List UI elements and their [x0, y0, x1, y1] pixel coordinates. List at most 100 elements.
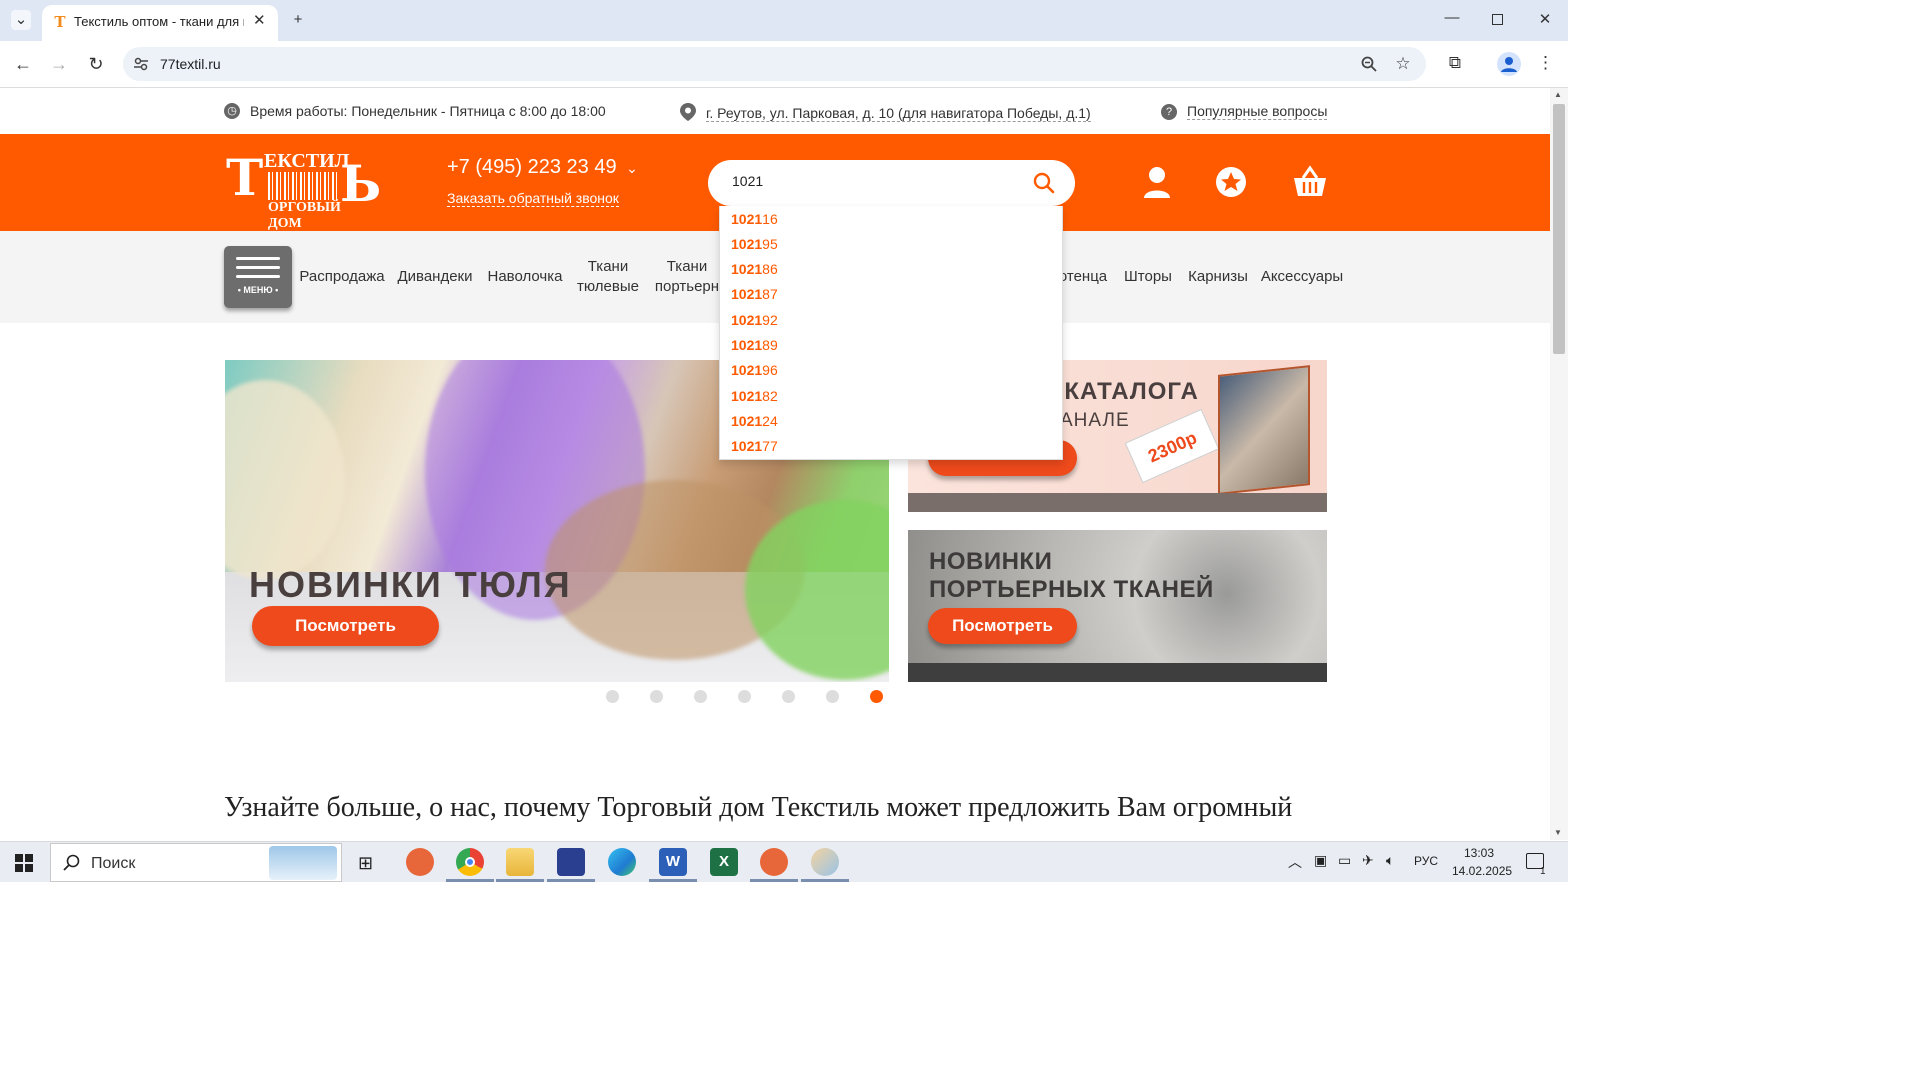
nav-item-curtains[interactable]: Шторы — [1120, 231, 1176, 323]
favorites-star-icon[interactable] — [1214, 164, 1248, 200]
nav-item-divandeki[interactable]: Дивандеки — [396, 231, 474, 323]
suggestion-item[interactable]: 102116 — [731, 211, 778, 227]
duckduckgo-second-app-icon[interactable] — [760, 848, 788, 876]
new-tab-icon[interactable]: + — [288, 10, 308, 30]
tray-device-icon[interactable]: ▣ — [1314, 852, 1327, 869]
suggestion-prefix: 1021 — [731, 312, 763, 328]
paint-active-indicator — [801, 879, 849, 882]
suggestion-item[interactable]: 102182 — [731, 388, 778, 404]
suggestion-item[interactable]: 102195 — [731, 236, 778, 252]
language-indicator[interactable]: РУС — [1414, 854, 1438, 868]
scrollbar-thumb[interactable] — [1553, 104, 1565, 354]
nav-item-towels[interactable]: отенца — [1058, 231, 1108, 323]
location-pin-icon — [680, 103, 696, 124]
callback-link[interactable]: Заказать обратный звонок — [447, 190, 619, 207]
main-banner-view-button[interactable]: Посмотреть — [252, 606, 439, 646]
address[interactable]: г. Реутов, ул. Парковая, д. 10 (для нави… — [680, 103, 1091, 124]
duckduckgo-app-icon[interactable] — [406, 848, 434, 876]
slider-dot-active[interactable] — [870, 690, 883, 703]
page-scrollbar[interactable]: ▲ ▼ — [1550, 88, 1568, 840]
account-icon[interactable] — [1140, 164, 1174, 200]
site-settings-icon[interactable] — [133, 56, 149, 72]
search-box[interactable] — [708, 160, 1075, 206]
browser-tab[interactable]: T Текстиль оптом - ткани для шт ✕ — [42, 5, 278, 41]
new-banner-view-button[interactable]: Посмотреть — [928, 608, 1077, 644]
slider-dot[interactable] — [826, 690, 839, 703]
back-icon[interactable]: ← — [12, 54, 34, 74]
catalog-banner-strip — [908, 493, 1327, 512]
faq[interactable]: ? Популярные вопросы — [1161, 103, 1328, 120]
suggestion-suffix: 24 — [762, 413, 778, 429]
menu-label: • МЕНЮ • — [237, 285, 279, 295]
suggestion-item[interactable]: 102189 — [731, 337, 778, 353]
address-link[interactable]: г. Реутов, ул. Парковая, д. 10 (для нави… — [706, 105, 1091, 122]
scroll-down-icon[interactable]: ▼ — [1554, 828, 1562, 837]
excel-app-icon[interactable]: X — [710, 848, 738, 876]
nav-item-accessories[interactable]: Аксессуары — [1261, 231, 1343, 323]
slider-dot[interactable] — [606, 690, 619, 703]
paint-app-icon[interactable] — [811, 848, 839, 876]
tray-chevron-up-icon[interactable]: ︿ — [1288, 852, 1302, 872]
scroll-up-icon[interactable]: ▲ — [1554, 90, 1562, 99]
profile-avatar-icon[interactable] — [1497, 52, 1521, 76]
save-app-icon[interactable] — [557, 848, 585, 876]
suggestion-item[interactable]: 102187 — [731, 286, 778, 302]
suggestion-item[interactable]: 102186 — [731, 261, 778, 277]
menu-line-icon — [236, 257, 280, 260]
battery-icon[interactable]: ▭ — [1338, 852, 1351, 869]
minimize-icon[interactable]: — — [1442, 8, 1462, 28]
task-view-icon[interactable]: ⊞ — [358, 853, 373, 874]
phone-chevron-down-icon[interactable]: ⌄ — [626, 160, 638, 176]
suggestion-suffix: 16 — [762, 211, 778, 227]
reload-icon[interactable]: ↻ — [85, 54, 107, 74]
window-close-icon[interactable]: ✕ — [1535, 10, 1555, 30]
windows-start-icon[interactable] — [15, 854, 33, 872]
clock-date[interactable]: 14.02.2025 — [1452, 864, 1512, 878]
search-icon[interactable] — [1032, 171, 1056, 195]
slider-dot[interactable] — [738, 690, 751, 703]
volume-muted-icon[interactable]: 🔈︎ — [1386, 852, 1394, 869]
zoom-icon[interactable] — [1361, 56, 1377, 72]
restore-icon[interactable] — [1492, 14, 1503, 25]
clock-time[interactable]: 13:03 — [1464, 846, 1494, 860]
nav-item-curtain-fabrics[interactable]: Ткани портьерн — [652, 231, 722, 323]
phone-text: +7 (495) 223 23 49 — [447, 156, 617, 178]
slider-dot[interactable] — [694, 690, 707, 703]
slider-dot[interactable] — [782, 690, 795, 703]
suggestion-suffix: 96 — [762, 362, 778, 378]
forward-icon[interactable]: → — [48, 54, 70, 74]
nav-item-tulle-fabrics[interactable]: Ткани тюлевые — [576, 231, 640, 323]
catalog-banner-subtitle: АНАЛЕ — [1060, 410, 1130, 431]
extensions-icon[interactable]: ⧉ — [1444, 53, 1466, 73]
slider-dot[interactable] — [650, 690, 663, 703]
catalog-price-tag: 2300р — [1124, 408, 1220, 484]
cart-basket-icon[interactable] — [1292, 164, 1328, 200]
phone-number[interactable]: +7 (495) 223 23 49 ⌄ — [447, 156, 638, 179]
tab-search-chevron-icon[interactable]: ⌄ — [11, 10, 31, 30]
chrome-app-icon[interactable] — [456, 848, 484, 876]
word-app-icon[interactable]: W — [659, 848, 687, 876]
nav-item-sale[interactable]: Распродажа — [299, 231, 384, 323]
browser-menu-icon[interactable]: ⋮ — [1537, 53, 1554, 73]
suggestion-item[interactable]: 102192 — [731, 312, 778, 328]
bookmark-star-icon[interactable]: ☆ — [1393, 54, 1413, 74]
nav-item-cornices[interactable]: Карнизы — [1186, 231, 1250, 323]
taskbar-search[interactable]: Поиск — [50, 843, 342, 882]
logo-bottom-text: ОРГОВЫЙ ДОМ — [268, 200, 341, 231]
site-logo[interactable]: Т ЕКСТИЛ Ь ОРГОВЫЙ ДОМ — [226, 148, 381, 232]
address-bar[interactable]: 77textil.ru ☆ — [123, 47, 1426, 81]
tab-close-icon[interactable]: ✕ — [253, 11, 266, 29]
suggestion-item[interactable]: 102124 — [731, 413, 778, 429]
search-input[interactable] — [730, 172, 1020, 190]
suggestion-item[interactable]: 102196 — [731, 362, 778, 378]
nav-item-pillowcase[interactable]: Наволочка — [486, 231, 564, 323]
menu-button[interactable]: • МЕНЮ • — [224, 246, 292, 308]
browser-tab-strip: ⌄ T Текстиль оптом - ткани для шт ✕ + — … — [0, 0, 1568, 41]
edge-app-icon[interactable] — [608, 848, 636, 876]
menu-line-icon — [236, 266, 280, 269]
suggestion-item[interactable]: 102177 — [731, 438, 778, 454]
new-curtain-fabrics-banner[interactable]: НОВИНКИ ПОРТЬЕРНЫХ ТКАНЕЙ Посмотреть — [908, 530, 1327, 682]
file-explorer-app-icon[interactable] — [506, 848, 534, 876]
airplane-mode-icon[interactable]: ✈ — [1362, 852, 1374, 869]
faq-link[interactable]: Популярные вопросы — [1187, 103, 1328, 120]
